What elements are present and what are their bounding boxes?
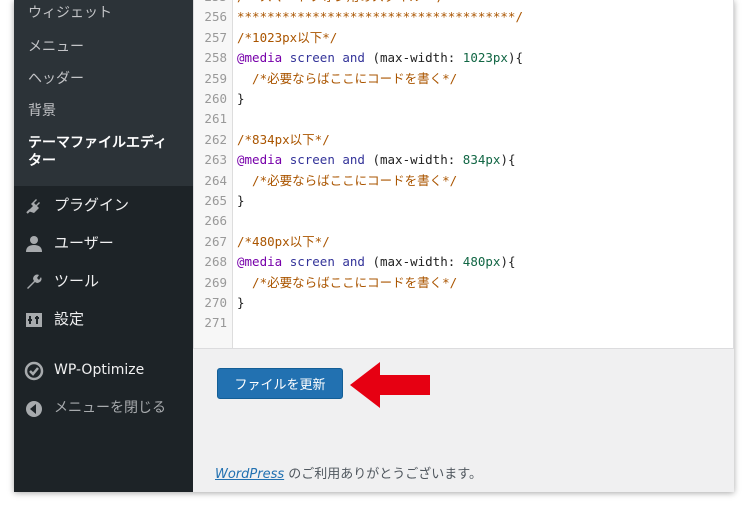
line-number: 262 [204, 131, 227, 147]
line-number: 264 [204, 172, 227, 188]
appearance-submenu: ウィジェット メニュー ヘッダー 背景 テーマファイルエディター [14, 0, 193, 186]
line-number: 258 [204, 50, 227, 66]
code-text: /*必要ならばここにコードを書く*/ [237, 70, 458, 86]
code-line: 266 [194, 211, 733, 231]
line-number: 255 [194, 0, 227, 7]
sidebar-item-label: WP-Optimize [54, 362, 145, 378]
code-text: @media screen and (max-width: 834px){ [237, 152, 516, 168]
code-line: 268 @media screen and (max-width: 480px){ [194, 252, 733, 272]
submenu-item-menus[interactable]: メニュー [28, 38, 84, 56]
code-text: } [237, 91, 245, 106]
sidebar-item-wp-optimize[interactable]: WP-Optimize [14, 352, 193, 388]
collapse-icon [26, 401, 42, 417]
sidebar-item-tools[interactable]: ツール [14, 263, 193, 299]
line-number: 268 [204, 254, 227, 270]
code-editor[interactable]: 255 /* スマートフォン用のスタイル */ 256 ***************… [193, 0, 734, 349]
line-number: 265 [204, 193, 227, 208]
code-line: 265} [194, 191, 733, 211]
code-text: /*834px以下*/ [237, 131, 330, 147]
code-line: 269 /*必要ならばここにコードを書く*/ [194, 273, 733, 293]
settings-icon [26, 313, 42, 327]
code-line: 261 [194, 109, 733, 129]
code-line: 256 *************************************… [194, 7, 733, 27]
sidebar-item-users[interactable]: ユーザー [14, 225, 193, 261]
code-line: 262 /*834px以下*/ [194, 130, 733, 150]
code-text: /*必要ならばここにコードを書く*/ [237, 172, 458, 188]
update-file-button[interactable]: ファイルを更新 [217, 368, 343, 399]
wp-optimize-icon [24, 361, 44, 381]
code-text: /*480px以下*/ [237, 233, 330, 249]
sidebar-item-plugins[interactable]: プラグイン [14, 187, 193, 223]
code-line: 257 /*1023px以下*/ [194, 28, 733, 48]
code-line: 259 /*必要ならばここにコードを書く*/ [194, 69, 733, 89]
user-icon [26, 236, 42, 252]
line-number: 260 [204, 91, 227, 106]
wordpress-link[interactable]: WordPress [215, 467, 284, 482]
line-number: 256 [204, 9, 227, 25]
submenu-item-background[interactable]: 背景 [28, 102, 56, 120]
collapse-menu-button[interactable]: メニューを閉じる [14, 390, 193, 426]
submenu-item-widgets[interactable]: ウィジェット [28, 4, 112, 22]
sidebar-item-label: 設定 [54, 310, 85, 328]
code-text: @media screen and (max-width: 480px){ [237, 254, 516, 270]
line-number: 269 [204, 274, 227, 290]
code-text: /*1023px以下*/ [237, 29, 338, 45]
code-line: 267 /*480px以下*/ [194, 232, 733, 252]
sidebar-item-label: プラグイン [54, 196, 130, 214]
line-number: 263 [204, 152, 227, 168]
code-line: 264 /*必要ならばここにコードを書く*/ [194, 171, 733, 191]
line-number: 267 [204, 233, 227, 249]
code-line: 263 @media screen and (max-width: 834px){ [194, 150, 733, 170]
code-text: } [237, 295, 245, 310]
admin-footer: WordPress のご利用ありがとうございます。 [215, 463, 482, 482]
line-number: 261 [204, 111, 227, 127]
submenu-item-theme-file-editor[interactable]: テーマファイルエディター [28, 134, 178, 170]
code-text: } [237, 193, 245, 208]
line-number: 266 [204, 213, 227, 229]
code-line: 258 @media screen and (max-width: 1023px)… [194, 48, 733, 68]
sidebar-item-label: ユーザー [54, 234, 114, 252]
line-number: 259 [204, 70, 227, 86]
code-text: /* スマートフォン用のスタイル */ [237, 0, 444, 7]
wrench-icon [27, 274, 42, 289]
code-line: 270} [194, 293, 733, 313]
submenu-item-header[interactable]: ヘッダー [28, 70, 84, 88]
sidebar-item-label: メニューを閉じる [54, 400, 166, 416]
red-arrow-annotation [350, 362, 430, 408]
sidebar-item-label: ツール [54, 272, 100, 290]
line-number: 257 [204, 29, 227, 45]
code-text: /*必要ならばここにコードを書く*/ [237, 274, 458, 290]
code-text: *************************************/ [237, 9, 523, 25]
plugin-icon [26, 199, 40, 214]
line-number: 270 [204, 295, 227, 310]
code-line: 255 /* スマートフォン用のスタイル */ [194, 0, 733, 7]
footer-thanks-text: のご利用ありがとうございます。 [284, 467, 482, 482]
sidebar-item-settings[interactable]: 設定 [14, 301, 193, 337]
code-text: @media screen and (max-width: 1023px){ [237, 50, 524, 66]
admin-sidebar: ウィジェット メニュー ヘッダー 背景 テーマファイルエディター プラグイン ユ… [14, 0, 193, 492]
line-number: 271 [204, 315, 227, 331]
code-line: 260} [194, 89, 733, 109]
code-line: 271 [194, 313, 733, 333]
